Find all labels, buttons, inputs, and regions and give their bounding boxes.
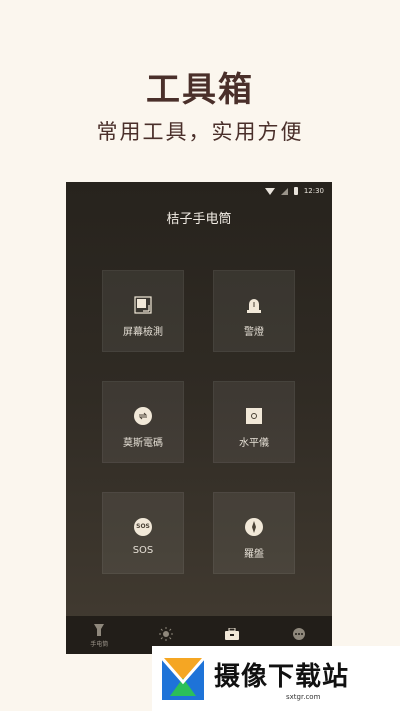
status-bar: 12:30 [66, 182, 332, 200]
compass-icon [244, 517, 264, 537]
status-time: 12:30 [303, 187, 324, 195]
wifi-icon [264, 187, 275, 195]
morse-code-icon [133, 406, 153, 426]
tab-label: 手电筒 [90, 640, 109, 648]
level-icon [244, 406, 264, 426]
watermark-logo-icon [160, 656, 206, 700]
tool-screen-check[interactable]: 屏幕檢測 [102, 270, 184, 352]
watermark-url: sxtgr.com [286, 693, 321, 701]
tool-sos[interactable]: SOS SOS [102, 492, 184, 574]
signal-icon [280, 187, 288, 195]
promo-title: 工具箱 [146, 70, 254, 110]
alarm-light-icon [244, 295, 264, 315]
toolbox-icon [225, 628, 240, 640]
tool-level[interactable]: 水平儀 [213, 381, 295, 463]
tab-flashlight[interactable]: 手电筒 [66, 616, 133, 654]
tool-label: SOS [132, 545, 154, 556]
tool-compass[interactable]: 羅盤 [213, 492, 295, 574]
more-icon [292, 628, 305, 640]
phone-screenshot: 12:30 桔子手电筒 屏幕檢測 警燈 莫斯電碼 水平儀 SOS SOS 羅盤 … [66, 182, 332, 654]
tool-label: 屏幕檢測 [123, 327, 163, 338]
tool-label: 水平儀 [239, 438, 269, 449]
tool-morse-code[interactable]: 莫斯電碼 [102, 381, 184, 463]
screen-check-icon [133, 295, 153, 315]
tool-alarm-light[interactable]: 警燈 [213, 270, 295, 352]
tool-label: 莫斯電碼 [123, 438, 163, 449]
flashlight-icon [94, 623, 105, 636]
app-title: 桔子手电筒 [166, 212, 232, 227]
watermark-title: 摄像下载站 [214, 662, 350, 692]
sos-icon: SOS [133, 517, 153, 537]
promo-subtitle: 常用工具，实用方便 [96, 120, 304, 144]
battery-icon [293, 187, 298, 195]
tool-label: 警燈 [244, 327, 264, 338]
brightness-icon [158, 627, 173, 641]
watermark-banner: 摄像下载站 sxtgr.com [152, 646, 400, 711]
tool-label: 羅盤 [244, 549, 264, 560]
